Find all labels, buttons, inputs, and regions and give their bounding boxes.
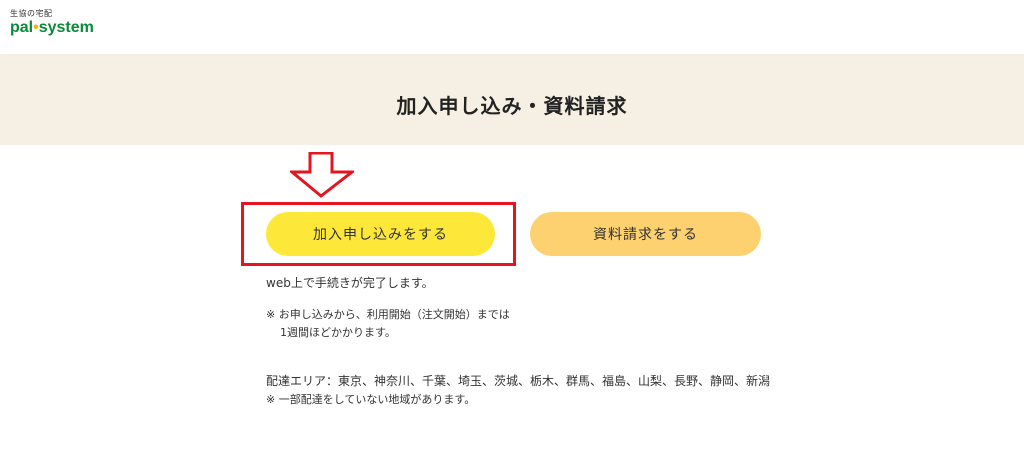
page-title: 加入申し込み・資料請求 [396,94,628,118]
logo-brand-part2: system [38,19,94,36]
request-documents-button[interactable]: 資料請求をする [530,212,761,256]
palsystem-logo[interactable]: 生協の宅配 pal•system [10,10,94,36]
logo-subtitle: 生協の宅配 [10,9,53,18]
logo-wordmark: pal•system [10,20,94,36]
join-application-button[interactable]: 加入申し込みをする [266,212,495,256]
logo-brand-part1: pal [10,19,34,36]
site-header: 生協の宅配 pal•system [0,0,1024,54]
delivery-area: 配達エリア：東京、神奈川、千葉、埼玉、茨城、栃木、群馬、福島、山梨、長野、静岡、… [266,374,771,388]
delivery-area-note: ※ 一部配達をしていない地域があります。 [266,393,476,406]
web-complete-note: web上で手続きが完了します。 [266,276,434,290]
start-time-note-line1: ※ お申し込みから、利用開始（注文開始）までは [266,308,510,321]
start-time-note-line2: 1週間ほどかかります。 [280,326,396,339]
down-arrow-icon [290,152,354,198]
title-band: 加入申し込み・資料請求 [0,54,1024,145]
